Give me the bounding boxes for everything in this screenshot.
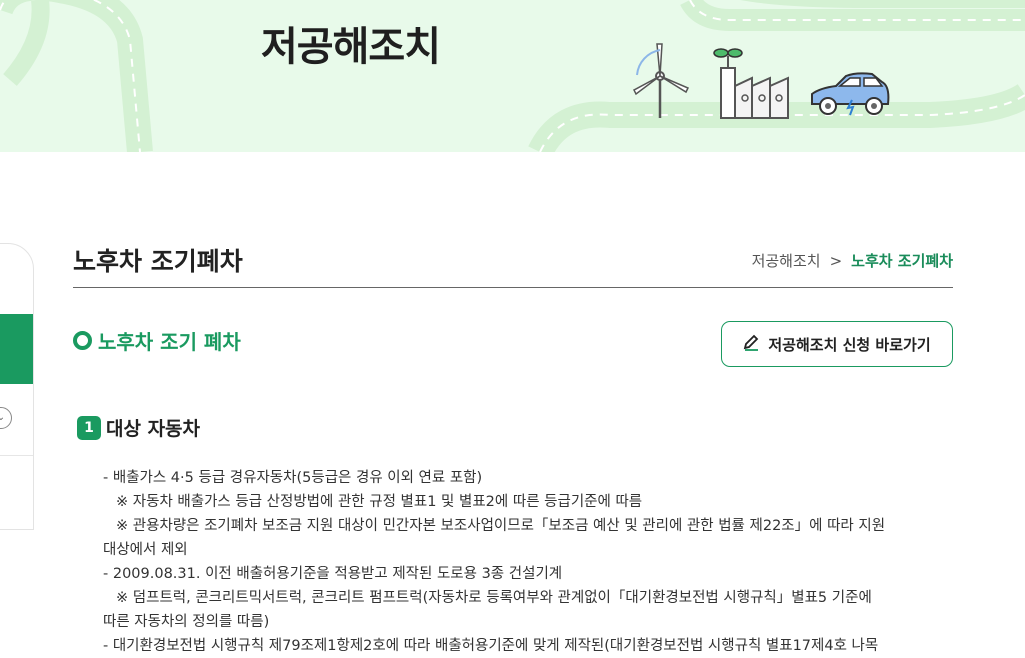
- content-line: - 대기환경보전법 시행규칙 제79조제1항제2호에 따라 배출허용기준에 맞게…: [103, 638, 879, 654]
- subsection-title: 대상 자동차: [106, 418, 201, 440]
- bullet-ring-icon: [73, 331, 92, 350]
- hero-banner: 저공해조치: [0, 0, 1025, 152]
- breadcrumb-current[interactable]: 노후차 조기폐차: [851, 252, 953, 270]
- content-note: ※ 관용차량은 조기폐차 보조금 지원 대상이 민간자본 보조사업이므로「보조금…: [116, 518, 886, 534]
- breadcrumb-separator: >: [829, 252, 843, 270]
- breadcrumb: 저공해조치 > 노후차 조기폐차: [752, 250, 953, 271]
- content-line: - 배출가스 4·5 등급 경유자동차(5등급은 경유 이외 연료 포함): [103, 470, 483, 486]
- banner-title: 저공해조치: [261, 24, 441, 70]
- section-title: 노후차 조기 폐차: [98, 330, 241, 354]
- banner-illustration: [0, 0, 1025, 152]
- factory-icon: [713, 48, 789, 119]
- content-note-continued: 대상에서 제외: [103, 542, 188, 558]
- apply-low-emission-button[interactable]: 저공해조치 신청 바로가기: [721, 321, 953, 367]
- apply-button-label: 저공해조치 신청 바로가기: [768, 335, 931, 354]
- content-note: ※ 자동차 배출가스 등급 산정방법에 관한 규정 별표1 및 별표2에 따른 …: [116, 494, 643, 510]
- eligibility-content: - 배출가스 4·5 등급 경유자동차(5등급은 경유 이외 연료 포함) ※ …: [103, 466, 953, 658]
- side-navigation: ⌄: [0, 243, 34, 530]
- sidebar-item-active[interactable]: [0, 314, 33, 384]
- pencil-icon: [743, 334, 760, 355]
- section-heading: 노후차 조기 폐차: [73, 326, 241, 355]
- content-note: ※ 덤프트럭, 콘크리트믹서트럭, 콘크리트 펌프트럭(자동차로 등록여부와 관…: [116, 590, 872, 606]
- content-note-continued: 따른 자동차의 정의를 따름): [103, 614, 270, 630]
- header-divider: [73, 287, 953, 288]
- content-line: - 2009.08.31. 이전 배출허용기준을 적용받고 제작된 도로용 3종…: [103, 566, 563, 582]
- subsection-heading: 1 대상 자동차: [77, 414, 200, 441]
- number-badge: 1: [77, 415, 101, 440]
- breadcrumb-parent[interactable]: 저공해조치: [752, 252, 821, 270]
- page-title: 노후차 조기폐차: [73, 247, 243, 276]
